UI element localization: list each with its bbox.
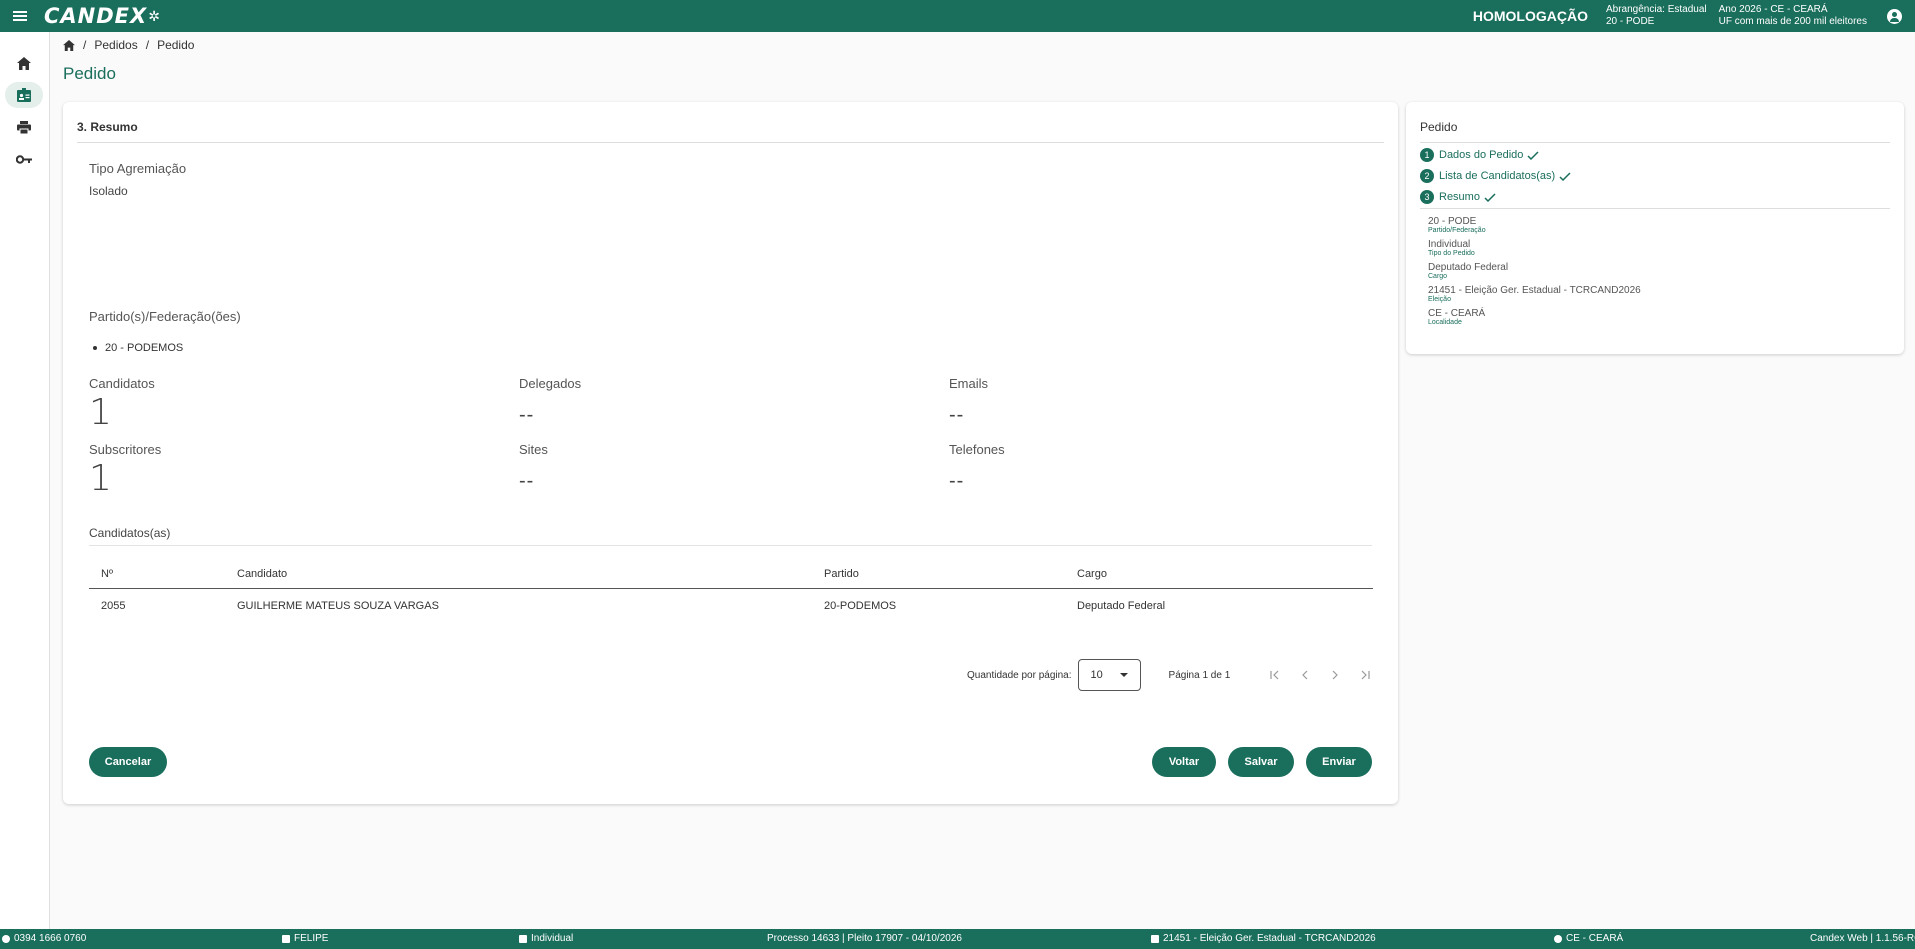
nav-print[interactable] <box>5 114 43 140</box>
app-logo[interactable]: CANDEX✲ <box>44 4 161 28</box>
summary-cargo: Deputado Federal Cargo <box>1428 262 1509 281</box>
flag-icon <box>1151 934 1159 943</box>
candidatos-count: 1 <box>89 392 112 433</box>
save-button[interactable]: Salvar <box>1228 747 1294 777</box>
footer-version: Candex Web | 1.1.56-RC <box>1810 933 1915 944</box>
step-dados-do-pedido[interactable]: 1 Dados do Pedido <box>1420 148 1539 162</box>
top-app-bar: CANDEX✲ HOMOLOGAÇÃO Abrangência: Estadua… <box>0 0 1915 32</box>
status-bar: 0394 1666 0760 FELIPE Individual Process… <box>0 929 1915 949</box>
side-navigation <box>0 32 50 929</box>
check-icon <box>1484 192 1496 202</box>
partidos-label: Partido(s)/Federação(ões) <box>89 309 241 324</box>
order-steps-card: Pedido 1 Dados do Pedido 2 Lista de Candid… <box>1406 102 1904 354</box>
check-icon <box>1527 150 1539 160</box>
timer-icon <box>2 934 10 943</box>
paginator: Quantidade por página: 10 Página 1 de 1 <box>967 659 1380 691</box>
delegados-label: Delegados <box>519 376 582 391</box>
per-page-label: Quantidade por página: <box>967 669 1072 681</box>
sites-count: -- <box>519 470 535 492</box>
per-page-select[interactable]: 10 <box>1077 659 1141 691</box>
badge-icon <box>17 88 31 102</box>
badge-icon <box>282 934 290 943</box>
nav-pedidos[interactable] <box>5 82 43 108</box>
menu-icon[interactable] <box>0 0 40 32</box>
nav-home[interactable] <box>5 50 43 76</box>
cell-cargo: Deputado Federal <box>1077 600 1166 613</box>
tipo-agremiacao-label: Tipo Agremiação <box>89 161 187 176</box>
cancel-button[interactable]: Cancelar <box>89 747 167 777</box>
summary-localidade: CE - CEARÁ Localidade <box>1428 308 1486 327</box>
caret-down-icon <box>1119 673 1128 677</box>
cell-numero: 2055 <box>101 600 126 613</box>
next-page-icon[interactable] <box>1320 665 1350 685</box>
scope-info: Abrangência: Estadual 20 - PODE <box>1605 4 1707 27</box>
home-icon[interactable] <box>63 39 75 51</box>
summary-partido: 20 - PODE Partido/Federação <box>1428 216 1486 235</box>
summary-card: 3. Resumo Tipo Agremiação Isolado Partid… <box>63 102 1398 804</box>
candidatos-label: Candidatos <box>89 376 155 391</box>
subscritores-count: 1 <box>89 458 112 499</box>
summary-eleicao: 21451 - Eleição Ger. Estadual - TCRCAND2… <box>1428 285 1641 304</box>
column-numero[interactable]: Nº <box>89 560 225 589</box>
cell-candidato: GUILHERME MATEUS SOUZA VARGAS <box>237 600 439 613</box>
key-icon <box>16 154 32 164</box>
sites-label: Sites <box>519 442 548 457</box>
divider <box>89 545 1372 546</box>
emails-label: Emails <box>949 376 989 391</box>
emails-count: -- <box>949 404 965 426</box>
account-icon[interactable] <box>1879 0 1909 32</box>
cell-partido: 20-PODEMOS <box>824 600 897 613</box>
telefones-count: -- <box>949 470 965 492</box>
environment-label: HOMOLOGAÇÃO <box>1472 8 1588 24</box>
footer-type: Individual <box>519 933 573 944</box>
section-title: 3. Resumo <box>77 120 138 134</box>
partido-item: 20 - PODEMOS <box>93 342 183 354</box>
summary-tipo-pedido: Individual Tipo do Pedido <box>1428 239 1475 258</box>
printer-icon <box>17 120 31 134</box>
breadcrumb-pedidos[interactable]: Pedidos <box>94 38 137 52</box>
home-icon <box>17 56 31 70</box>
footer-user: FELIPE <box>282 933 328 944</box>
table-header-row: Nº Candidato Partido Cargo <box>89 560 1373 589</box>
side-title: Pedido <box>1420 120 1458 134</box>
step-resumo[interactable]: 3 Resumo <box>1420 190 1496 204</box>
breadcrumb-pedido: Pedido <box>157 38 195 52</box>
footer-process: Processo 14633 | Pleito 17907 - 04/10/20… <box>767 933 962 944</box>
previous-page-icon[interactable] <box>1290 665 1320 685</box>
divider <box>77 142 1384 143</box>
candidates-table: Nº Candidato Partido Cargo 2055 GUILHERM… <box>89 560 1373 624</box>
footer-election: 21451 - Eleição Ger. Estadual - TCRCAND2… <box>1151 933 1376 944</box>
page-title: Pedido <box>63 64 116 83</box>
footer-phone: 0394 1666 0760 <box>2 933 86 944</box>
divider <box>1420 142 1890 143</box>
year-info: Ano 2026 - CE - CEARÁ UF com mais de 200… <box>1718 4 1867 27</box>
column-candidato[interactable]: Candidato <box>225 560 812 589</box>
divider <box>1420 208 1890 209</box>
telefones-label: Telefones <box>949 442 1005 457</box>
briefcase-icon <box>519 934 527 943</box>
table-row[interactable]: 2055 GUILHERME MATEUS SOUZA VARGAS 20-PO… <box>89 588 1373 624</box>
breadcrumb: / Pedidos / Pedido <box>63 38 194 52</box>
column-cargo[interactable]: Cargo <box>1065 560 1373 589</box>
last-page-icon[interactable] <box>1350 665 1380 685</box>
send-button[interactable]: Enviar <box>1306 747 1372 777</box>
footer-location: CE - CEARÁ <box>1554 933 1623 944</box>
check-icon <box>1559 171 1571 181</box>
candidates-title: Candidatos(as) <box>89 526 171 540</box>
first-page-icon[interactable] <box>1260 665 1290 685</box>
nav-access[interactable] <box>5 146 43 172</box>
tipo-agremiacao-value: Isolado <box>89 184 128 198</box>
page-info: Página 1 de 1 <box>1168 669 1231 681</box>
globe-icon <box>1554 934 1562 943</box>
delegados-count: -- <box>519 404 535 426</box>
subscritores-label: Subscritores <box>89 442 162 457</box>
back-button[interactable]: Voltar <box>1152 747 1216 777</box>
column-partido[interactable]: Partido <box>812 560 1065 589</box>
step-lista-candidatos[interactable]: 2 Lista de Candidatos(as) <box>1420 169 1571 183</box>
